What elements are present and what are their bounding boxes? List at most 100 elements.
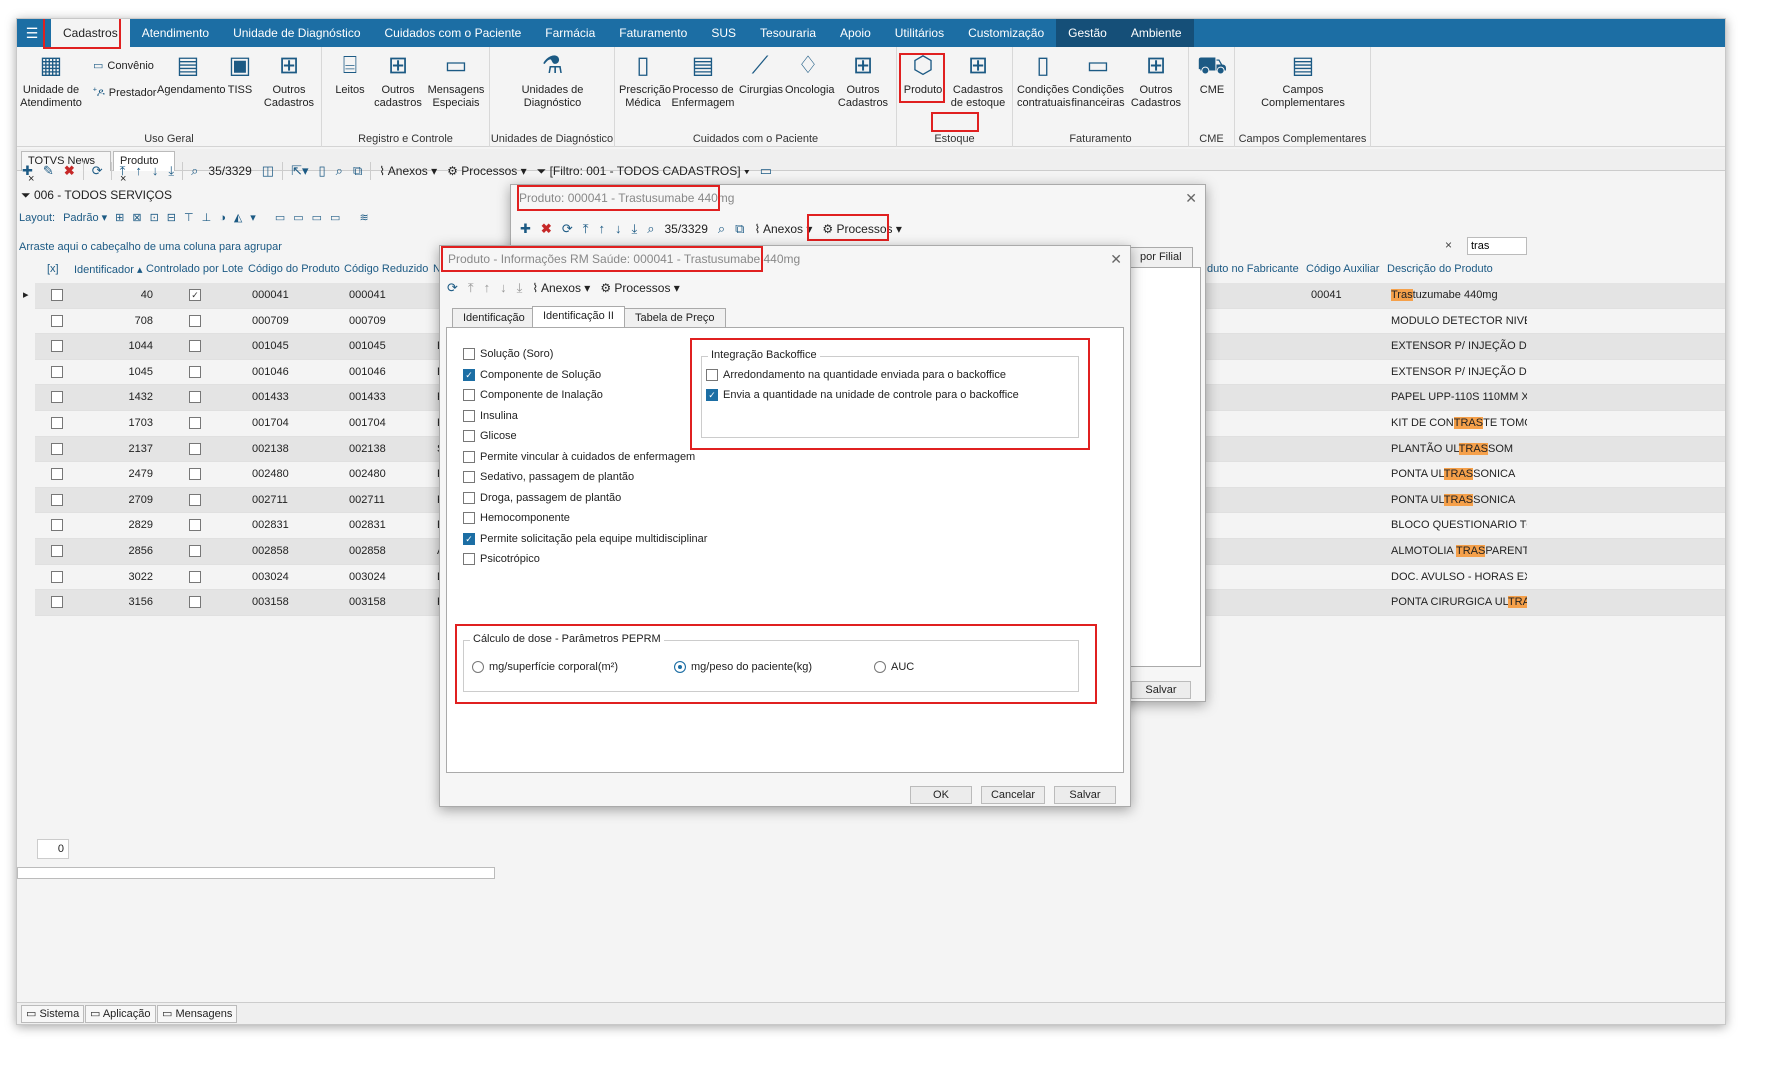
search-input[interactable] bbox=[1467, 237, 1527, 255]
cuidados-outros-button[interactable]: ⊞ Outros Cadastros bbox=[835, 51, 891, 110]
checkbox-psicotr-pico[interactable]: Psicotrópico bbox=[463, 553, 540, 566]
export-icon[interactable]: ⇱▾ bbox=[286, 159, 313, 183]
zoom-icon[interactable]: ⌕ bbox=[331, 159, 348, 183]
col-header-sel[interactable]: [x] bbox=[47, 263, 59, 281]
refresh-icon[interactable]: ⟳ bbox=[557, 217, 578, 241]
down-icon[interactable]: ↓ bbox=[147, 159, 164, 183]
clear-search-icon[interactable]: × bbox=[1445, 238, 1452, 252]
checkbox-componente-de-solu-o[interactable]: ✓ Componente de Solução bbox=[463, 369, 601, 381]
col-header-id[interactable]: Identificador ▴ bbox=[74, 263, 143, 281]
last-icon[interactable]: ⤓ bbox=[512, 276, 528, 300]
processos-dropdown[interactable]: ⚙ Processos ▾ bbox=[595, 276, 684, 300]
lote-checkbox[interactable] bbox=[189, 488, 201, 513]
up-icon[interactable]: ↑ bbox=[593, 217, 610, 241]
menu-tab-ambiente[interactable]: Ambiente bbox=[1118, 19, 1194, 47]
book-icon[interactable]: ▭ bbox=[755, 159, 777, 183]
app-menu-icon[interactable]: ☰ bbox=[21, 23, 43, 43]
menu-tab-farm-cia[interactable]: Farmácia bbox=[533, 19, 607, 47]
oncologia-button[interactable]: ♢ Oncologia bbox=[785, 51, 835, 97]
lote-checkbox[interactable] bbox=[189, 462, 201, 487]
lote-checkbox[interactable]: ✓ bbox=[189, 283, 201, 308]
mensagens-button[interactable]: ▭ Mensagens Especiais bbox=[426, 51, 486, 110]
unidade-atendimento-button[interactable]: ▦ Unidade de Atendimento bbox=[19, 51, 83, 110]
prestador-button[interactable]: ⁺ዶ Prestador bbox=[93, 87, 156, 100]
last-icon[interactable]: ⤓ bbox=[163, 159, 179, 183]
col-header-codigo[interactable]: Código do Produto bbox=[248, 263, 340, 281]
condicoes-contratuais-button[interactable]: ▯ Condições contratuais bbox=[1017, 51, 1071, 110]
search-icon[interactable]: ⌕ bbox=[642, 217, 659, 241]
col-header-reduzido[interactable]: Código Reduzido bbox=[344, 263, 428, 281]
col-header-lote[interactable]: Controlado por Lote bbox=[146, 263, 243, 281]
select-checkbox[interactable] bbox=[51, 565, 63, 590]
add-icon[interactable]: ✚ bbox=[17, 159, 38, 183]
aplicacao-tab[interactable]: ▭ Aplicação bbox=[85, 1005, 156, 1023]
edit-icon[interactable]: ✎ bbox=[38, 159, 59, 183]
menu-tab-customiza-o[interactable]: Customização bbox=[956, 19, 1056, 47]
link-icon[interactable]: ⧉ bbox=[348, 159, 367, 183]
checkbox-hemocomponente[interactable]: Hemocomponente bbox=[463, 512, 570, 525]
anexos-dropdown[interactable]: ⌇ Anexos ▾ bbox=[527, 276, 595, 300]
refresh-icon[interactable]: ⟳ bbox=[87, 159, 108, 183]
layout-tools[interactable]: ⊞⊠⊡⊟⊤⊥◑◭▾ ▭▭▭▭ ≋ bbox=[115, 211, 377, 224]
select-checkbox[interactable] bbox=[51, 488, 63, 513]
select-checkbox[interactable] bbox=[51, 590, 63, 615]
delete-icon[interactable]: ✖ bbox=[59, 159, 80, 183]
cadastros-estoque-button[interactable]: ⊞ Cadastros de estoque bbox=[947, 51, 1009, 110]
menu-tab-tesouraria[interactable]: Tesouraria bbox=[748, 19, 828, 47]
checkbox-permite-solicita-o-pela-equipe-multidisciplinar[interactable]: ✓ Permite solicitação pela equipe multidi… bbox=[463, 533, 707, 545]
checkbox-droga-passagem-de-plant-o[interactable]: Droga, passagem de plantão bbox=[463, 492, 621, 504]
lote-checkbox[interactable] bbox=[189, 513, 201, 538]
lote-checkbox[interactable] bbox=[189, 437, 201, 462]
menu-tab-unidade-de-diagn-stico[interactable]: Unidade de Diagnóstico bbox=[221, 19, 372, 47]
select-checkbox[interactable] bbox=[51, 334, 63, 359]
select-checkbox[interactable] bbox=[51, 309, 63, 334]
tiss-button[interactable]: ▣ TISS bbox=[225, 51, 255, 97]
uso-geral-outros-button[interactable]: ⊞ Outros Cadastros bbox=[261, 51, 317, 110]
cme-button[interactable]: ⛟ CME bbox=[1195, 51, 1229, 97]
up-icon[interactable]: ↑ bbox=[130, 159, 147, 183]
col-header-auxiliar[interactable]: Código Auxiliar bbox=[1306, 263, 1379, 281]
menu-tab-utilit-rios[interactable]: Utilitários bbox=[883, 19, 956, 47]
last-icon[interactable]: ⤓ bbox=[626, 217, 642, 241]
first-icon[interactable]: ⤒ bbox=[578, 217, 594, 241]
tab-tabela-preco[interactable]: Tabela de Preço bbox=[624, 308, 726, 328]
first-icon[interactable]: ⤒ bbox=[463, 276, 479, 300]
down-icon[interactable]: ↓ bbox=[610, 217, 627, 241]
menu-tab-sus[interactable]: SUS bbox=[699, 19, 748, 47]
checkbox-componente-de-inala-o[interactable]: Componente de Inalação bbox=[463, 389, 603, 402]
col-header-fabricante[interactable]: duto no Fabricante bbox=[1207, 263, 1299, 281]
lote-checkbox[interactable] bbox=[189, 309, 201, 334]
dialog1-save-button[interactable]: Salvar bbox=[1131, 681, 1191, 699]
tab-identificacao[interactable]: Identificação bbox=[452, 308, 536, 328]
lote-checkbox[interactable] bbox=[189, 334, 201, 359]
lote-checkbox[interactable] bbox=[189, 539, 201, 564]
first-icon[interactable]: ⤒ bbox=[115, 159, 131, 183]
select-checkbox[interactable] bbox=[51, 385, 63, 410]
checkbox-permite-vincular-cuidados-de-enfermagem[interactable]: Permite vincular à cuidados de enfermage… bbox=[463, 451, 695, 463]
select-checkbox[interactable] bbox=[51, 462, 63, 487]
search-icon[interactable]: ⌕ bbox=[186, 159, 203, 183]
tab-por-filial[interactable]: por Filial bbox=[1129, 247, 1193, 267]
leitos-button[interactable]: ⌸ Leitos bbox=[330, 51, 370, 97]
lote-checkbox[interactable] bbox=[189, 565, 201, 590]
lote-checkbox[interactable] bbox=[189, 411, 201, 436]
columns-icon[interactable]: ◫ bbox=[257, 159, 279, 183]
menu-tab-faturamento[interactable]: Faturamento bbox=[607, 19, 699, 47]
select-checkbox[interactable] bbox=[51, 513, 63, 538]
lote-checkbox[interactable] bbox=[189, 590, 201, 615]
select-checkbox[interactable] bbox=[51, 411, 63, 436]
document-icon[interactable]: ▯ bbox=[314, 159, 331, 183]
sistema-tab[interactable]: ▭ Sistema bbox=[21, 1005, 85, 1023]
select-checkbox[interactable] bbox=[51, 283, 63, 308]
add-icon[interactable]: ✚ bbox=[515, 217, 536, 241]
menu-tab-gest-o[interactable]: Gestão bbox=[1056, 19, 1119, 47]
checkbox-solu-o-soro-[interactable]: Solução (Soro) bbox=[463, 348, 553, 361]
select-checkbox[interactable] bbox=[51, 437, 63, 462]
down-icon[interactable]: ↓ bbox=[495, 276, 512, 300]
cirurgias-button[interactable]: ⟋ Cirurgias bbox=[739, 51, 783, 97]
refresh-icon[interactable]: ⟳ bbox=[442, 276, 463, 300]
processo-enfermagem-button[interactable]: ▤ Processo de Enfermagem bbox=[671, 51, 735, 110]
lote-checkbox[interactable] bbox=[189, 385, 201, 410]
faturamento-outros-button[interactable]: ⊞ Outros Cadastros bbox=[1127, 51, 1185, 110]
menu-tab-cuidados-com-o-paciente[interactable]: Cuidados com o Paciente bbox=[373, 19, 534, 47]
